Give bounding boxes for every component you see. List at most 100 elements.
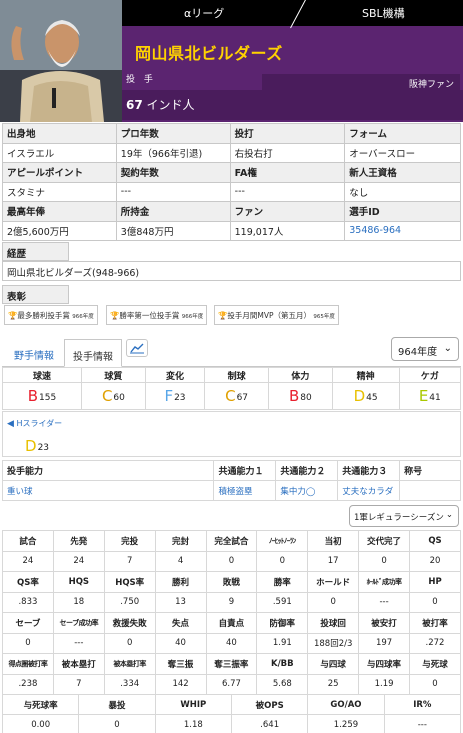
stat-value: .238 — [2, 673, 54, 695]
left-arrow-icon: ◀ — [7, 419, 14, 429]
stat-header: WHIP — [154, 694, 232, 715]
stat-header: 完全試合 — [205, 530, 258, 552]
stat-value: 0 — [409, 673, 461, 695]
stat-header: 得点圏被打率 — [2, 653, 54, 675]
ability-header: 球質 — [80, 367, 146, 383]
league-link[interactable]: αリーグ — [184, 5, 224, 21]
stat-value: 0 — [103, 632, 156, 654]
ability-header: 体力 — [268, 367, 333, 383]
player-number: 67 — [126, 98, 143, 112]
stat-header: 奪三振率 — [205, 653, 258, 675]
stat-header: セーブ成功率 — [52, 612, 105, 634]
ability-grade: B — [288, 387, 300, 405]
skill-link[interactable]: 重い球 — [1, 480, 215, 501]
info-value: スタミナ — [2, 181, 117, 202]
ability-number: 67 — [236, 393, 249, 403]
stat-value: 0 — [358, 550, 410, 572]
stat-value: 188回2/3 — [307, 632, 360, 654]
award-year: 965年度 — [313, 314, 335, 320]
awards-label: 表彰 — [2, 285, 69, 304]
breaking-ball-row: ◀ Hスライダー D23 — [2, 411, 461, 457]
ability-grade: C — [101, 387, 113, 405]
stat-value: .272 — [409, 632, 461, 654]
ability-number: 155 — [39, 393, 57, 403]
stat-value: 0 — [409, 591, 461, 613]
stat-header: QS率 — [2, 571, 54, 593]
stat-header: GO/AO — [307, 694, 385, 715]
stat-value: 1.91 — [256, 632, 309, 654]
skill-header: 称号 — [399, 460, 461, 481]
top-nav-bar: αリーグ SBL機構 — [122, 0, 463, 29]
stat-value: 197 — [358, 632, 410, 654]
stat-value: 7 — [103, 550, 156, 572]
tab-fielder[interactable]: 野手情報 — [6, 339, 62, 367]
ability-grade: B — [27, 387, 38, 405]
stat-header: ﾎｰﾙﾄﾞ成功率 — [358, 571, 410, 593]
stat-header: 試合 — [2, 530, 54, 552]
stat-header: 勝利 — [154, 571, 207, 593]
stat-header: 暴投 — [78, 694, 156, 715]
line-chart-icon — [130, 343, 144, 354]
skill-link[interactable]: 丈夫なカラダ — [337, 480, 401, 501]
stat-header: 完投 — [103, 530, 156, 552]
stat-value: 1.19 — [358, 673, 410, 695]
info-header: 投打 — [229, 123, 346, 144]
info-header: 新人王資格 — [344, 162, 461, 183]
stat-value: .591 — [256, 591, 309, 613]
org-link[interactable]: SBL機構 — [362, 5, 405, 21]
stat-header: 被OPS — [230, 694, 309, 715]
info-value: オーバースロー — [344, 142, 461, 163]
stat-value: 1.259 — [307, 714, 385, 733]
player-id[interactable]: 35486-964 — [349, 225, 401, 236]
season-select[interactable]: 1軍レギュラーシーズン ⌄ — [349, 505, 459, 527]
info-header: 最高年俸 — [2, 201, 117, 222]
ability-number: 60 — [113, 393, 125, 403]
profile-table: 出身地 プロ年数 投打 フォーム イスラエル 19年（966年引退) 右投右打 オーバースロ… — [2, 123, 461, 241]
award-year: 966年度 — [181, 314, 204, 320]
info-value: 119,017人 — [229, 220, 346, 241]
stats-table-extra: 与死球率 暴投 WHIP 被OPS GO/AO IR% 0.00 0 1.18.641 1.25… — [1, 694, 462, 733]
stat-header: 与死球率 — [1, 694, 80, 715]
season-select-value: 1軍レギュラーシーズン — [354, 513, 444, 523]
info-header: プロ年数 — [115, 123, 231, 144]
info-value: イスラエル — [2, 142, 117, 163]
award-text: 投手月間MVP（第五月） — [227, 311, 311, 320]
stat-value: 0.00 — [1, 714, 80, 733]
team-name[interactable]: 岡山県北ビルダーズ — [135, 40, 283, 64]
ability-table: 球速 球質 変化 制球 体力 精神 ケガ B155 C60 F23 C67 B8… — [2, 367, 462, 410]
stat-value: 40 — [154, 632, 207, 654]
award-badge: 🏆最多勝利投手賞 966年度 — [4, 305, 98, 325]
stat-header: 交代完了 — [358, 530, 410, 552]
ability-value: D45 — [331, 382, 400, 410]
stat-header: 被打率 — [409, 612, 461, 634]
skill-header: 投手能力 — [1, 460, 215, 481]
stat-value: 1.18 — [154, 714, 232, 733]
stat-header: HQS — [52, 571, 105, 593]
ability-grade: E — [418, 387, 429, 405]
chart-button[interactable] — [126, 339, 148, 357]
position-label: 投 手 — [126, 75, 156, 85]
year-select[interactable]: 964年度 ⌄ — [391, 337, 459, 361]
breaking-ball-name[interactable]: ◀ Hスライダー — [7, 418, 62, 429]
info-header: 所持金 — [115, 201, 231, 222]
tab-pitcher[interactable]: 投手情報 — [64, 339, 122, 367]
breaking-ball-grade: D — [25, 437, 37, 455]
stat-value: 25 — [307, 673, 360, 695]
info-value: 右投右打 — [229, 142, 346, 163]
player-id-link[interactable]: 35486-964 — [344, 220, 461, 241]
stat-header: 奪三振 — [154, 653, 207, 675]
stats-table: 試合 先発 完投 完封 完全試合 ﾉｰﾋｯﾄﾉｰﾗﾝ 当初 交代完了 QS 24 24 7 4 0 0 17… — [2, 530, 461, 695]
stat-value: .833 — [2, 591, 54, 613]
chevron-down-icon: ⌄ — [443, 343, 452, 354]
stat-header: 防御率 — [256, 612, 309, 634]
ability-number: 80 — [300, 393, 312, 403]
stat-value: 5.68 — [256, 673, 309, 695]
stat-value: 142 — [154, 673, 207, 695]
player-number-name: 67 インド人 — [126, 96, 195, 113]
info-header: FA権 — [229, 162, 346, 183]
skill-link[interactable]: 集中力◯ — [275, 480, 339, 501]
year-select-value: 964年度 — [398, 347, 438, 358]
skill-link[interactable]: 積極盗塁 — [213, 480, 277, 501]
stat-header: 被本塁打率 — [103, 653, 156, 675]
ability-number: 23 — [174, 393, 186, 403]
